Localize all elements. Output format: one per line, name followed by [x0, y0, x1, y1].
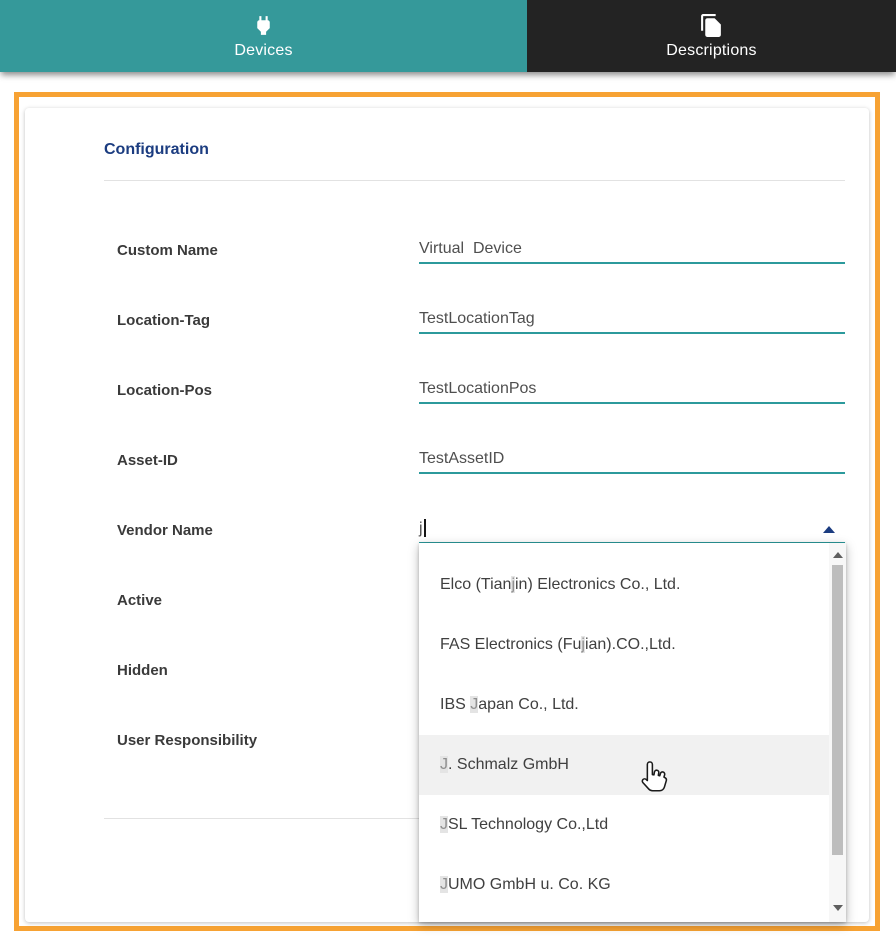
option-post: SL Technology Co.,Ltd — [448, 816, 609, 833]
option-post: . Schmalz GmbH — [448, 756, 569, 773]
user-responsibility-label: User Responsibility — [117, 731, 258, 749]
vendor-name-label: Vendor Name — [117, 521, 213, 539]
option-text: JUMO GmbH u. Co. KG — [440, 876, 611, 894]
option-pre: Elco (Tian — [440, 576, 512, 593]
chevron-up-icon[interactable] — [823, 526, 835, 533]
scrollbar-down-button[interactable] — [829, 901, 846, 915]
option-text: IBS Japan Co., Ltd. — [440, 696, 579, 714]
asset-id-input[interactable]: TestAssetID — [419, 446, 845, 474]
vendor-name-input[interactable]: j — [419, 516, 845, 544]
asset-id-label: Asset-ID — [117, 451, 178, 469]
match-highlight: J — [440, 756, 448, 773]
option-post: apan Co., Ltd. — [478, 696, 579, 713]
vendor-autocomplete-panel: Elco (Tianjin) Electronics Co., Ltd. FAS… — [419, 543, 846, 922]
vendor-option-jumo[interactable]: JUMO GmbH u. Co. KG — [419, 855, 829, 915]
tab-descriptions-label: Descriptions — [666, 41, 757, 59]
scroll-up-icon — [832, 552, 843, 558]
text-cursor — [423, 519, 426, 537]
vendor-option-ibs[interactable]: IBS Japan Co., Ltd. — [419, 675, 829, 735]
option-text: FAS Electronics (Fujian).CO.,Ltd. — [440, 636, 676, 654]
row-asset-id: Asset-ID TestAssetID — [117, 425, 845, 495]
custom-name-label: Custom Name — [117, 241, 218, 259]
location-pos-input[interactable]: TestLocationPos — [419, 376, 845, 404]
match-highlight: J — [440, 816, 448, 833]
match-highlight: J — [440, 876, 448, 893]
file-copy-icon — [701, 13, 721, 37]
location-pos-label: Location-Pos — [117, 381, 213, 399]
location-tag-label: Location-Tag — [117, 311, 211, 329]
option-text: Elco (Tianjin) Electronics Co., Ltd. — [440, 576, 680, 594]
location-pos-field: TestLocationPos — [419, 376, 845, 404]
hand-pointer-cursor — [641, 761, 668, 792]
option-post: UMO GmbH u. Co. KG — [448, 876, 611, 893]
row-location-tag: Location-Tag TestLocationTag — [117, 285, 845, 355]
option-pre: FAS Electronics (Fu — [440, 636, 582, 653]
card-heading: Configuration — [104, 141, 209, 158]
heading-divider — [104, 180, 845, 181]
option-pre: IBS — [440, 696, 471, 713]
tab-bar: Devices Descriptions — [0, 0, 896, 72]
custom-name-input[interactable]: Virtual Device — [419, 236, 845, 264]
location-tag-field: TestLocationTag — [419, 306, 845, 334]
scrollbar-up-button[interactable] — [829, 548, 846, 562]
option-text: J. Schmalz GmbH — [440, 756, 569, 774]
asset-id-field: TestAssetID — [419, 446, 845, 474]
vendor-option-elco[interactable]: Elco (Tianjin) Electronics Co., Ltd. — [419, 555, 829, 615]
vendor-option-schmalz[interactable]: J. Schmalz GmbH — [419, 735, 846, 795]
vendor-option-fas[interactable]: FAS Electronics (Fujian).CO.,Ltd. — [419, 615, 829, 675]
location-tag-input[interactable]: TestLocationTag — [419, 306, 845, 334]
hidden-label: Hidden — [117, 661, 168, 679]
scrollbar-thumb[interactable] — [832, 565, 843, 855]
app-screen: Devices Descriptions Configuration Custo… — [0, 0, 896, 936]
active-label: Active — [117, 591, 163, 609]
vendor-name-field: j — [419, 516, 845, 544]
tab-devices-label: Devices — [234, 41, 293, 59]
row-custom-name: Custom Name Virtual Device — [117, 215, 845, 285]
dropdown-scrollbar[interactable] — [829, 543, 846, 922]
custom-name-field: Virtual Device — [419, 236, 845, 264]
option-post: in) Electronics Co., Ltd. — [515, 576, 681, 593]
scroll-down-icon — [832, 905, 843, 911]
row-location-pos: Location-Pos TestLocationPos — [117, 355, 845, 425]
vendor-option-jsl[interactable]: JSL Technology Co.,Ltd — [419, 795, 829, 855]
power-plug-icon — [257, 15, 270, 35]
option-text: JSL Technology Co.,Ltd — [440, 816, 608, 834]
vendor-name-typed-text: j — [419, 520, 423, 537]
tab-devices[interactable]: Devices — [0, 0, 527, 72]
tab-descriptions[interactable]: Descriptions — [527, 0, 896, 72]
option-post: ian).CO.,Ltd. — [584, 636, 676, 653]
